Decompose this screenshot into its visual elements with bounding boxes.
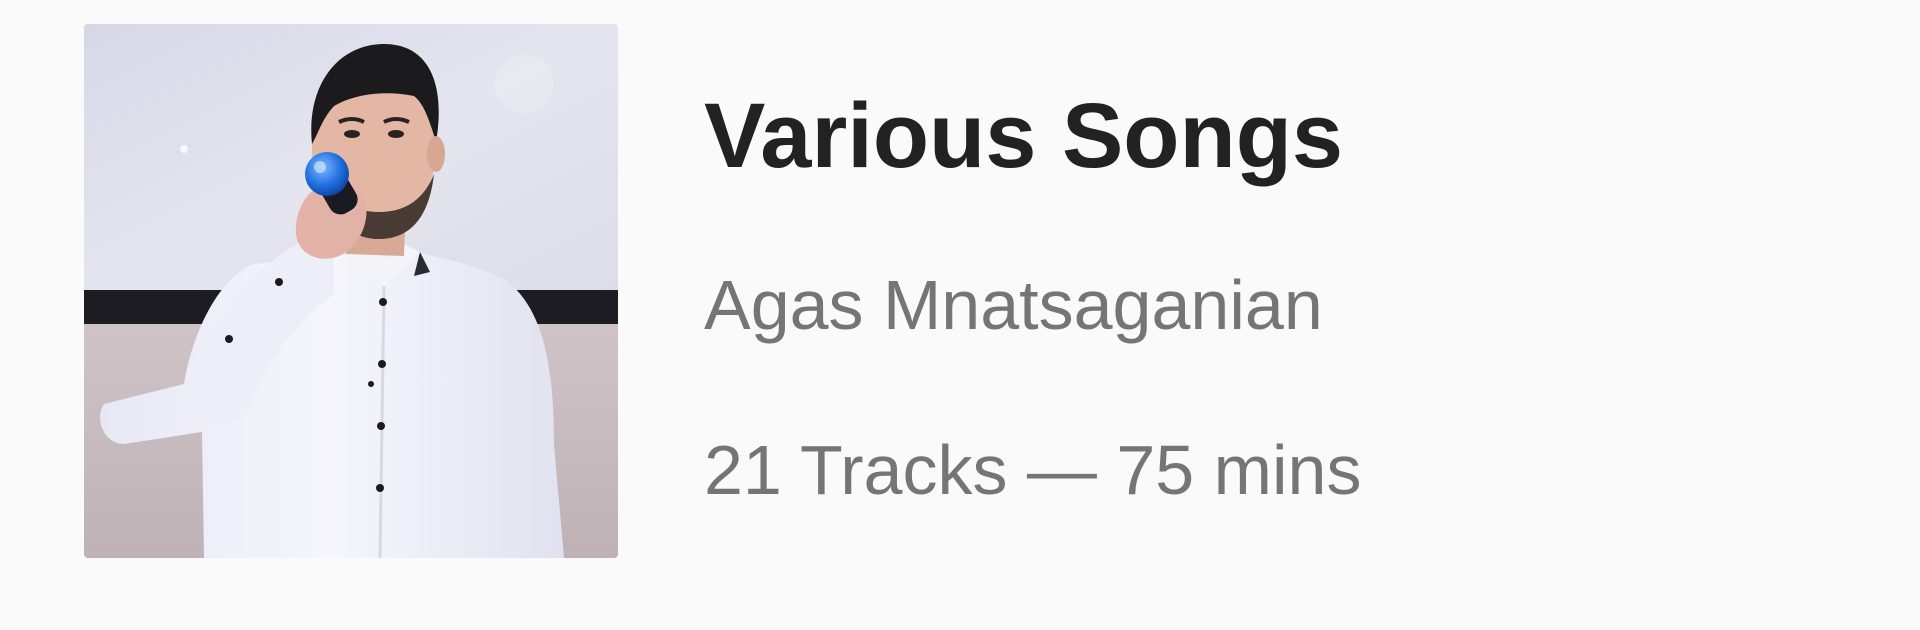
album-info: Various Songs Agas Mnatsaganian 21 Track… [704, 0, 1854, 630]
track-count: 21 Tracks [704, 431, 1008, 509]
album-header: Various Songs Agas Mnatsaganian 21 Track… [0, 0, 1920, 630]
album-cover-image[interactable] [84, 24, 618, 558]
album-meta: 21 Tracks — 75 mins [704, 428, 1361, 512]
artist-name[interactable]: Agas Mnatsaganian [704, 263, 1323, 347]
album-title: Various Songs [704, 85, 1344, 187]
meta-separator: — [1026, 431, 1097, 509]
cover-photo [84, 24, 618, 558]
album-duration: 75 mins [1116, 431, 1362, 509]
